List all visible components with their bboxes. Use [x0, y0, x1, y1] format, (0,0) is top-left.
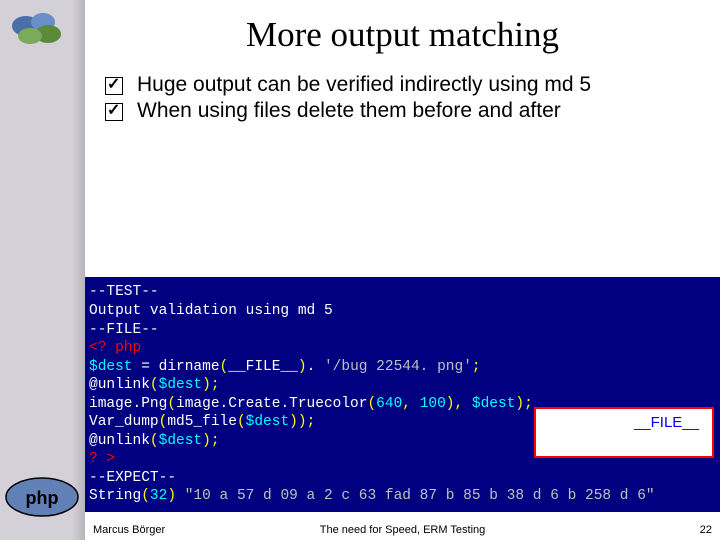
code-token: (: [150, 433, 159, 449]
code-token: ): [167, 488, 184, 504]
code-token: ),: [446, 396, 472, 412]
slide: php More output matching Huge output can…: [0, 0, 720, 540]
code-token: String: [89, 488, 141, 504]
callout-text: as temporary directory.: [548, 434, 700, 451]
footer-page: 22: [700, 524, 712, 536]
code-token: @unlink: [89, 377, 150, 393]
code-token: .: [307, 359, 324, 375]
checkbox-icon: [105, 103, 123, 121]
code-token: $dest: [159, 377, 203, 393]
callout-text: Use dirname(: [544, 414, 634, 431]
code-token: (: [367, 396, 376, 412]
code-token: $dest: [159, 433, 203, 449]
code-token: );: [202, 433, 219, 449]
code-token: ,: [402, 396, 419, 412]
callout-box: Use dirname(__FILE__) as temporary direc…: [534, 407, 714, 458]
code-token: $dest: [89, 359, 133, 375]
code-token: ));: [289, 414, 315, 430]
code-token: $dest: [472, 396, 516, 412]
content-area: More output matching Huge output can be …: [85, 0, 720, 540]
code-token: (: [150, 377, 159, 393]
code-token: '/bug 22544. png': [324, 359, 472, 375]
code-line: --TEST--: [89, 284, 159, 300]
code-token: );: [515, 396, 532, 412]
svg-text:php: php: [26, 488, 59, 508]
code-token: ;: [472, 359, 481, 375]
code-token: );: [202, 377, 219, 393]
footer-author: Marcus Börger: [93, 524, 165, 536]
code-token: (: [237, 414, 246, 430]
bullet-item: Huge output can be verified indirectly u…: [105, 73, 700, 97]
code-line: --EXPECT--: [89, 470, 176, 486]
code-token: 32: [150, 488, 167, 504]
footer: Marcus Börger The need for Speed, ERM Te…: [85, 524, 720, 536]
footer-title: The need for Speed, ERM Testing: [320, 524, 486, 536]
code-token: ? >: [89, 451, 115, 467]
code-token: "10 a 57 d 09 a 2 c 63 fad 87 b 85 b 38 …: [185, 488, 655, 504]
code-token: = dirname: [133, 359, 220, 375]
bullet-text: When using files delete them before and …: [137, 99, 561, 123]
code-token: (: [141, 488, 150, 504]
code-token: image.Create.Truecolor: [176, 396, 367, 412]
code-token: ): [298, 359, 307, 375]
php-logo-icon: php: [4, 476, 80, 518]
code-token: $dest: [246, 414, 290, 430]
code-token: (: [167, 396, 176, 412]
code-token: Var_dump: [89, 414, 159, 430]
code-token: 100: [420, 396, 446, 412]
code-token: md5_file: [167, 414, 237, 430]
code-token: (: [220, 359, 229, 375]
code-token: __FILE__: [228, 359, 298, 375]
bullet-list: Huge output can be verified indirectly u…: [105, 73, 700, 123]
code-token: <? php: [89, 340, 141, 356]
checkbox-icon: [105, 77, 123, 95]
cloud-logo-icon: [8, 8, 68, 48]
bullet-item: When using files delete them before and …: [105, 99, 700, 123]
code-block: --TEST-- Output validation using md 5 --…: [85, 277, 720, 512]
code-token: @unlink: [89, 433, 150, 449]
code-line: --FILE--: [89, 322, 159, 338]
sidebar: php: [0, 0, 85, 540]
bullet-text: Huge output can be verified indirectly u…: [137, 73, 591, 97]
code-token: image.Png: [89, 396, 167, 412]
callout-text: ): [699, 414, 704, 431]
slide-title: More output matching: [105, 15, 700, 55]
code-token: 640: [376, 396, 402, 412]
callout-text: __FILE__: [634, 414, 699, 431]
code-line: Output validation using md 5: [89, 303, 333, 319]
